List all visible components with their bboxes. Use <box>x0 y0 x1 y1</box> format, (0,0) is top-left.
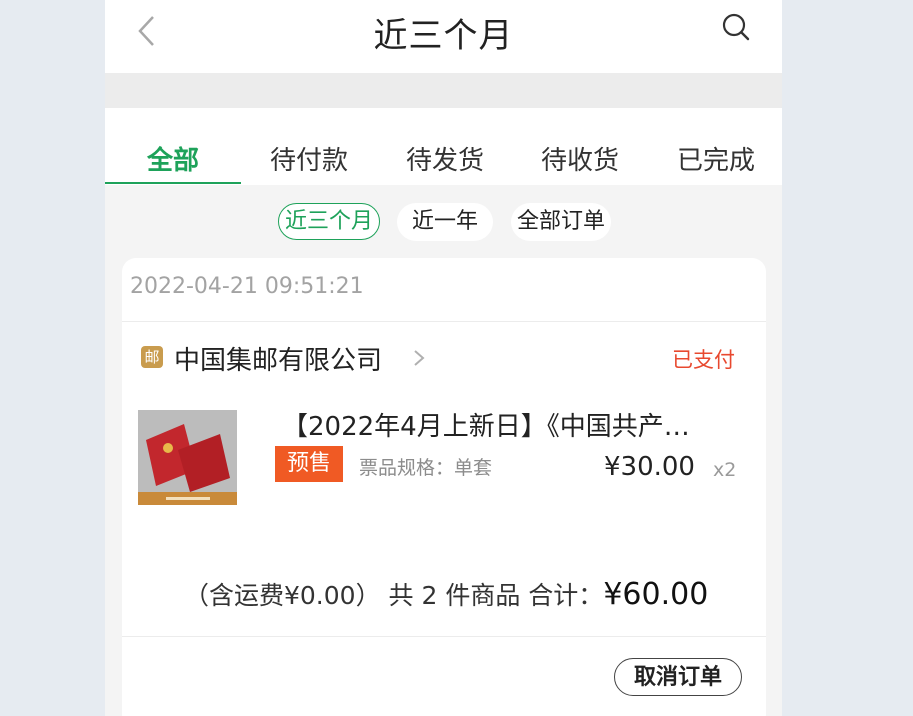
card-divider <box>122 321 766 322</box>
presale-badge: 预售 <box>275 446 343 482</box>
item-count: 共 2 件商品 <box>388 581 521 610</box>
shop-name[interactable]: 中国集邮有限公司 <box>174 340 382 377</box>
search-icon[interactable] <box>721 12 751 42</box>
shop-stamp-icon: 邮 <box>141 346 163 368</box>
tab-completed[interactable]: 已完成 <box>648 140 782 177</box>
product-price: ¥30.00 <box>604 452 695 482</box>
product-title[interactable]: 【2022年4月上新日】《中国共产… <box>282 406 690 443</box>
time-filters: 近三个月 近一年 全部订单 <box>105 185 782 257</box>
status-tabs: 全部 待付款 待发货 待收货 已完成 <box>105 108 782 185</box>
order-date: 2022-04-21 09:51:21 <box>130 274 364 299</box>
order-total: ¥60.00 <box>603 577 709 612</box>
header-spacer <box>105 73 782 108</box>
cancel-order-button[interactable]: 取消订单 <box>614 658 742 696</box>
stamp-folder-image <box>138 410 237 505</box>
page-title: 近三个月 <box>373 16 514 56</box>
filter-all-orders[interactable]: 全部订单 <box>511 203 611 241</box>
total-label: 合计： <box>528 581 604 610</box>
tab-pending-shipment[interactable]: 待发货 <box>377 140 513 177</box>
chevron-right-icon[interactable] <box>412 348 426 368</box>
tab-pending-receipt[interactable]: 待收货 <box>512 140 648 177</box>
order-card[interactable]: 2022-04-21 09:51:21 邮 中国集邮有限公司 已支付 【2022… <box>122 258 766 716</box>
shipping-fee: （含运费¥0.00） <box>184 581 381 610</box>
product-spec: 票品规格：单套 <box>359 457 493 479</box>
card-divider <box>122 636 766 637</box>
product-thumbnail[interactable] <box>138 410 237 505</box>
header: 近三个月 <box>105 0 782 73</box>
order-status: 已支付 <box>672 348 735 372</box>
filter-last-year[interactable]: 近一年 <box>397 203 493 241</box>
filter-last-three-months[interactable]: 近三个月 <box>278 203 380 240</box>
phone-screen: 近三个月 全部 待付款 待发货 待收货 已完成 近三个月 近一年 全部订单 20… <box>105 0 782 716</box>
tab-all[interactable]: 全部 <box>105 140 241 177</box>
product-quantity: x2 <box>713 459 737 481</box>
active-tab-underline <box>105 182 241 184</box>
order-summary: （含运费¥0.00） 共 2 件商品 合计：¥60.00 <box>184 576 708 612</box>
tab-pending-payment[interactable]: 待付款 <box>241 140 377 177</box>
